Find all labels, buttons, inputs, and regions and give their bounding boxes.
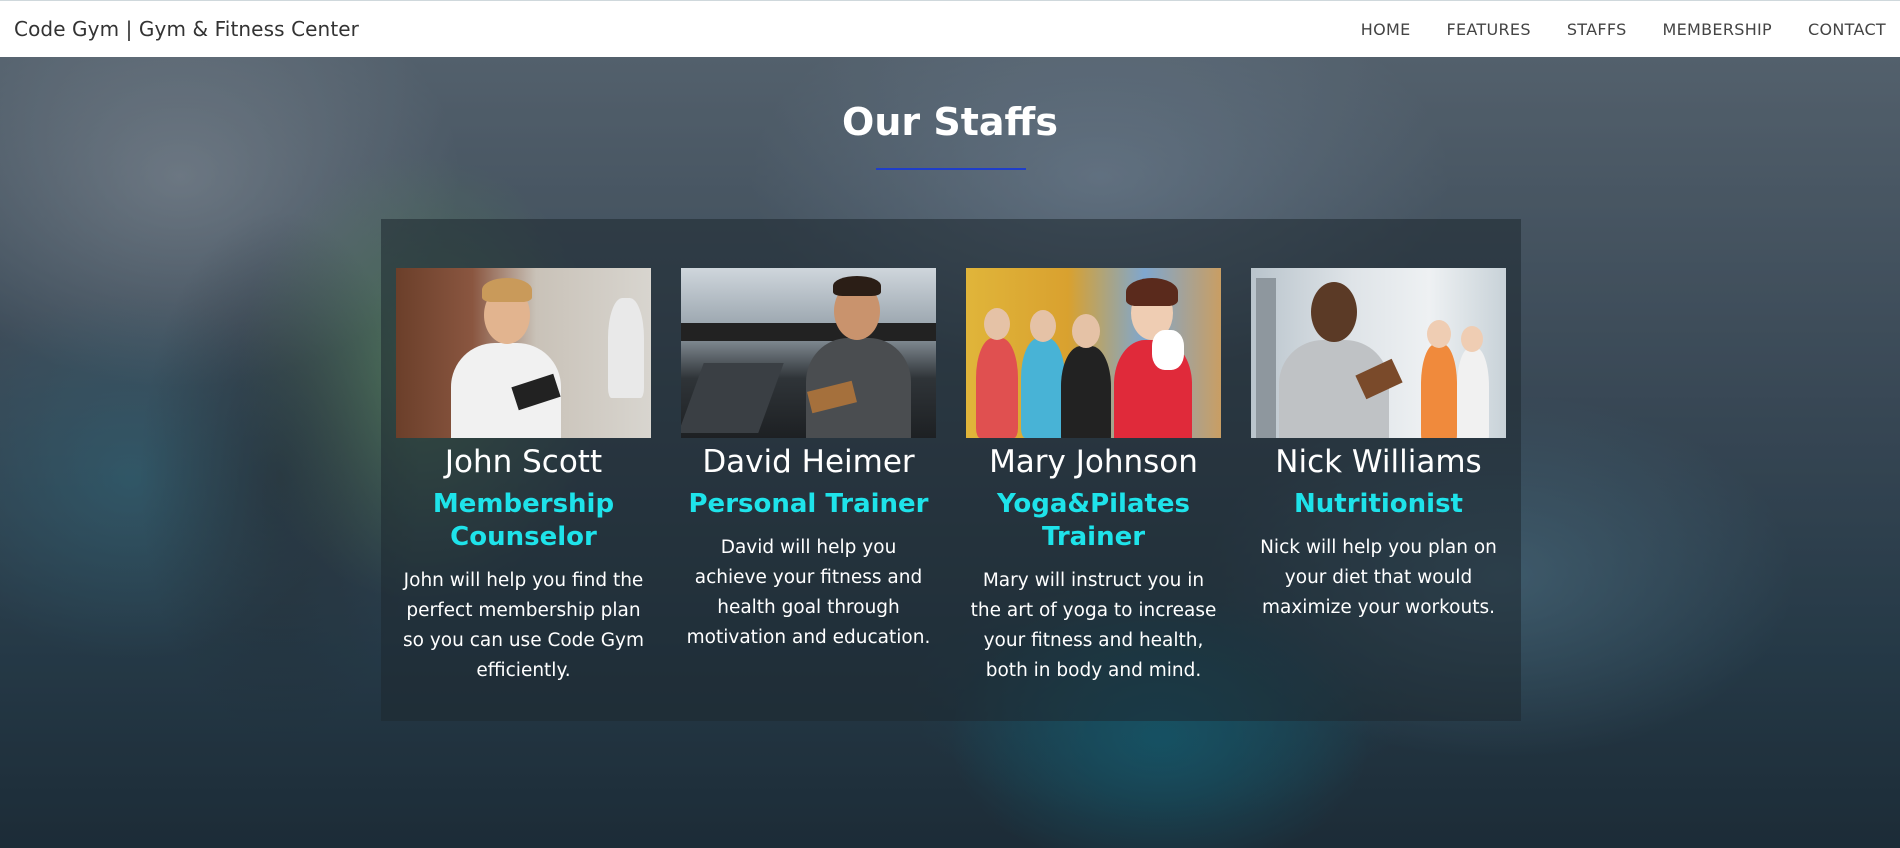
staff-name: Mary Johnson	[989, 444, 1198, 480]
staff-name: Nick Williams	[1275, 444, 1482, 480]
title-underline	[876, 168, 1026, 170]
staff-description: Mary will instruct you in the art of yog…	[970, 570, 1217, 681]
brand-title[interactable]: Code Gym | Gym & Fitness Center	[14, 17, 359, 41]
staff-photo-john-scott	[396, 268, 651, 438]
nav-link-contact[interactable]: CONTACT	[1808, 20, 1886, 39]
staff-role: Yoga&Pilates Trainer	[996, 489, 1191, 552]
section-title: Our Staffs	[842, 100, 1058, 144]
staff-card-nick-williams: Nick Williams Nutritionist Nick will hel…	[1251, 268, 1506, 623]
navbar: Code Gym | Gym & Fitness Center HOME FEA…	[0, 0, 1900, 57]
staff-name: David Heimer	[702, 444, 915, 480]
nav-links: HOME FEATURES STAFFS MEMBERSHIP CONTACT	[1325, 1, 1886, 57]
staff-description: John will help you find the perfect memb…	[403, 570, 644, 681]
staff-name: John Scott	[444, 444, 603, 480]
staff-panel: John Scott Membership Counselor John wil…	[381, 219, 1521, 721]
staff-role: Membership Counselor	[432, 489, 615, 552]
staff-card-john-scott: John Scott Membership Counselor John wil…	[396, 268, 651, 686]
staff-role: Nutritionist	[1294, 489, 1463, 519]
nav-link-features[interactable]: FEATURES	[1447, 20, 1531, 39]
staff-description: David will help you achieve your fitness…	[686, 537, 931, 648]
staff-photo-mary-johnson	[966, 268, 1221, 438]
staff-role: Personal Trainer	[688, 489, 929, 519]
staff-card-david-heimer: David Heimer Personal Trainer David will…	[681, 268, 936, 653]
staff-photo-david-heimer	[681, 268, 936, 438]
nav-link-membership[interactable]: MEMBERSHIP	[1663, 20, 1772, 39]
staff-description: Nick will help you plan on your diet tha…	[1260, 537, 1497, 618]
staff-photo-nick-williams	[1251, 268, 1506, 438]
nav-link-staffs[interactable]: STAFFS	[1567, 20, 1627, 39]
staff-card-mary-johnson: Mary Johnson Yoga&Pilates Trainer Mary w…	[966, 268, 1221, 686]
nav-link-home[interactable]: HOME	[1361, 20, 1411, 39]
